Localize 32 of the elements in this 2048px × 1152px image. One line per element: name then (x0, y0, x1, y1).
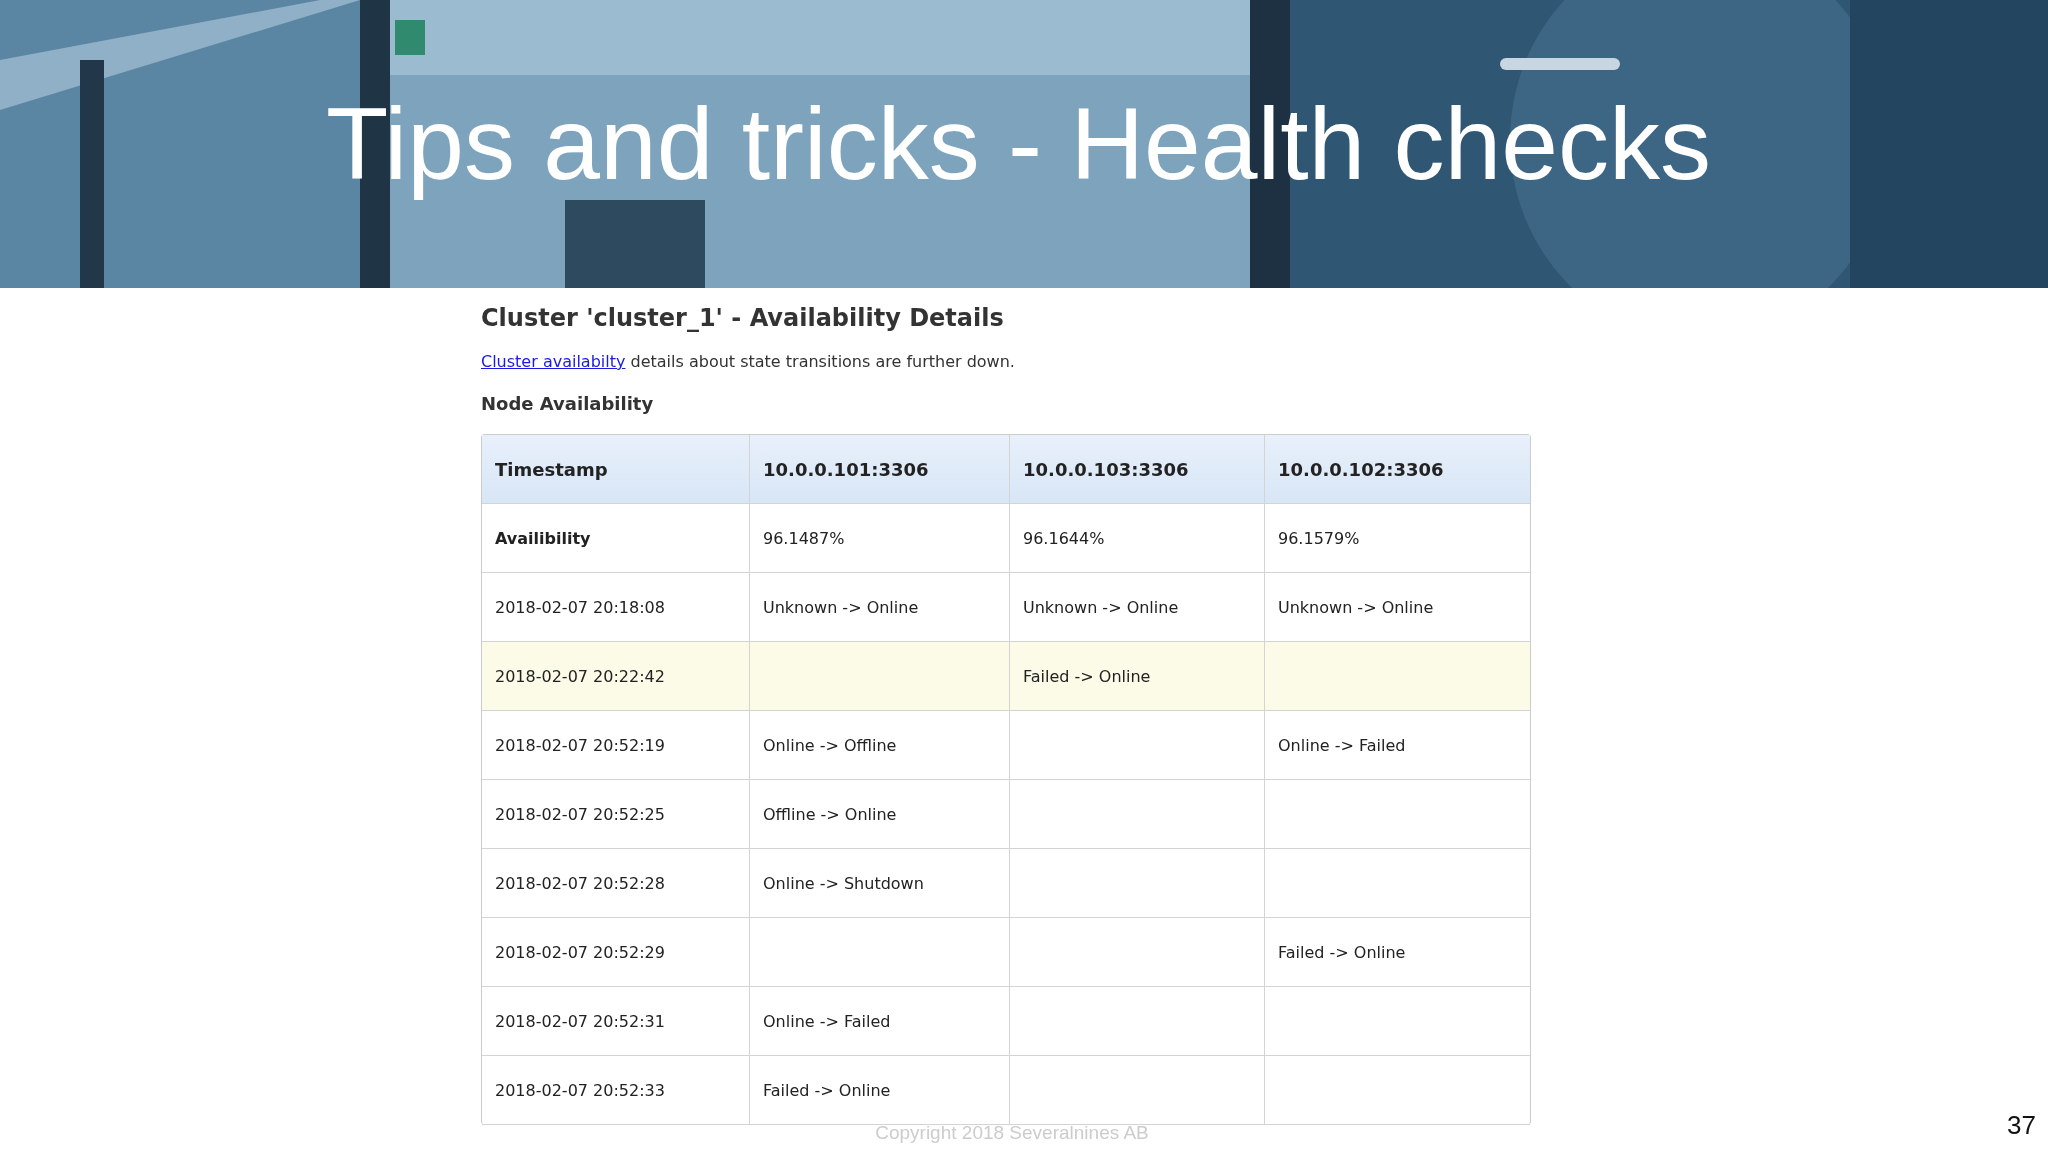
availability-link[interactable]: Cluster availabilty (481, 352, 626, 371)
table-cell: 96.1487% (763, 528, 845, 548)
table-cell: Failed -> Online (1278, 942, 1406, 962)
column-header: 10.0.0.102:3306 (1277, 457, 1445, 482)
table-cell: 2018-02-07 20:52:25 (495, 804, 665, 824)
column-header: 10.0.0.103:3306 (1010, 435, 1265, 503)
table-cell: Online -> Failed (763, 1011, 891, 1031)
table-cell: 2018-02-07 20:52:29 (495, 942, 665, 962)
section-heading: Node Availability (481, 393, 655, 414)
table-cell: 96.1579% (1278, 528, 1360, 548)
table-cell: 2018-02-07 20:52:28 (495, 873, 665, 893)
slide-number: 37 (2007, 1110, 2036, 1141)
table-cell: 2018-02-07 20:52:31 (495, 1011, 665, 1031)
table-cell: 96.1644% (1023, 528, 1105, 548)
table-cell: 2018-02-07 20:52:19 (495, 735, 665, 755)
table-cell: Online -> Shutdown (763, 873, 924, 893)
column-header: 10.0.0.101:3306 (750, 435, 1010, 503)
table-cell: Online -> Failed (1278, 735, 1406, 755)
table-cell: Unknown -> Online (1023, 597, 1179, 617)
table-cell: Availibility (495, 528, 591, 548)
table-cell: Unknown -> Online (1278, 597, 1434, 617)
table-cell: Offline -> Online (763, 804, 897, 824)
column-header: Timestamp (482, 435, 750, 503)
table-cell: 2018-02-07 20:22:42 (495, 666, 665, 686)
table-cell: Failed -> Online (1023, 666, 1151, 686)
table-cell: Unknown -> Online (763, 597, 919, 617)
intro-text: Cluster availabilty details about state transitions are further down. (481, 352, 1016, 371)
table-cell: 2018-02-07 20:52:33 (495, 1080, 665, 1100)
table-cell: Failed -> Online (763, 1080, 891, 1100)
page-heading: Cluster 'cluster_1' - Availability Details (481, 304, 1005, 332)
table-cell: Online -> Offline (763, 735, 897, 755)
table-cell: 2018-02-07 20:18:08 (495, 597, 665, 617)
